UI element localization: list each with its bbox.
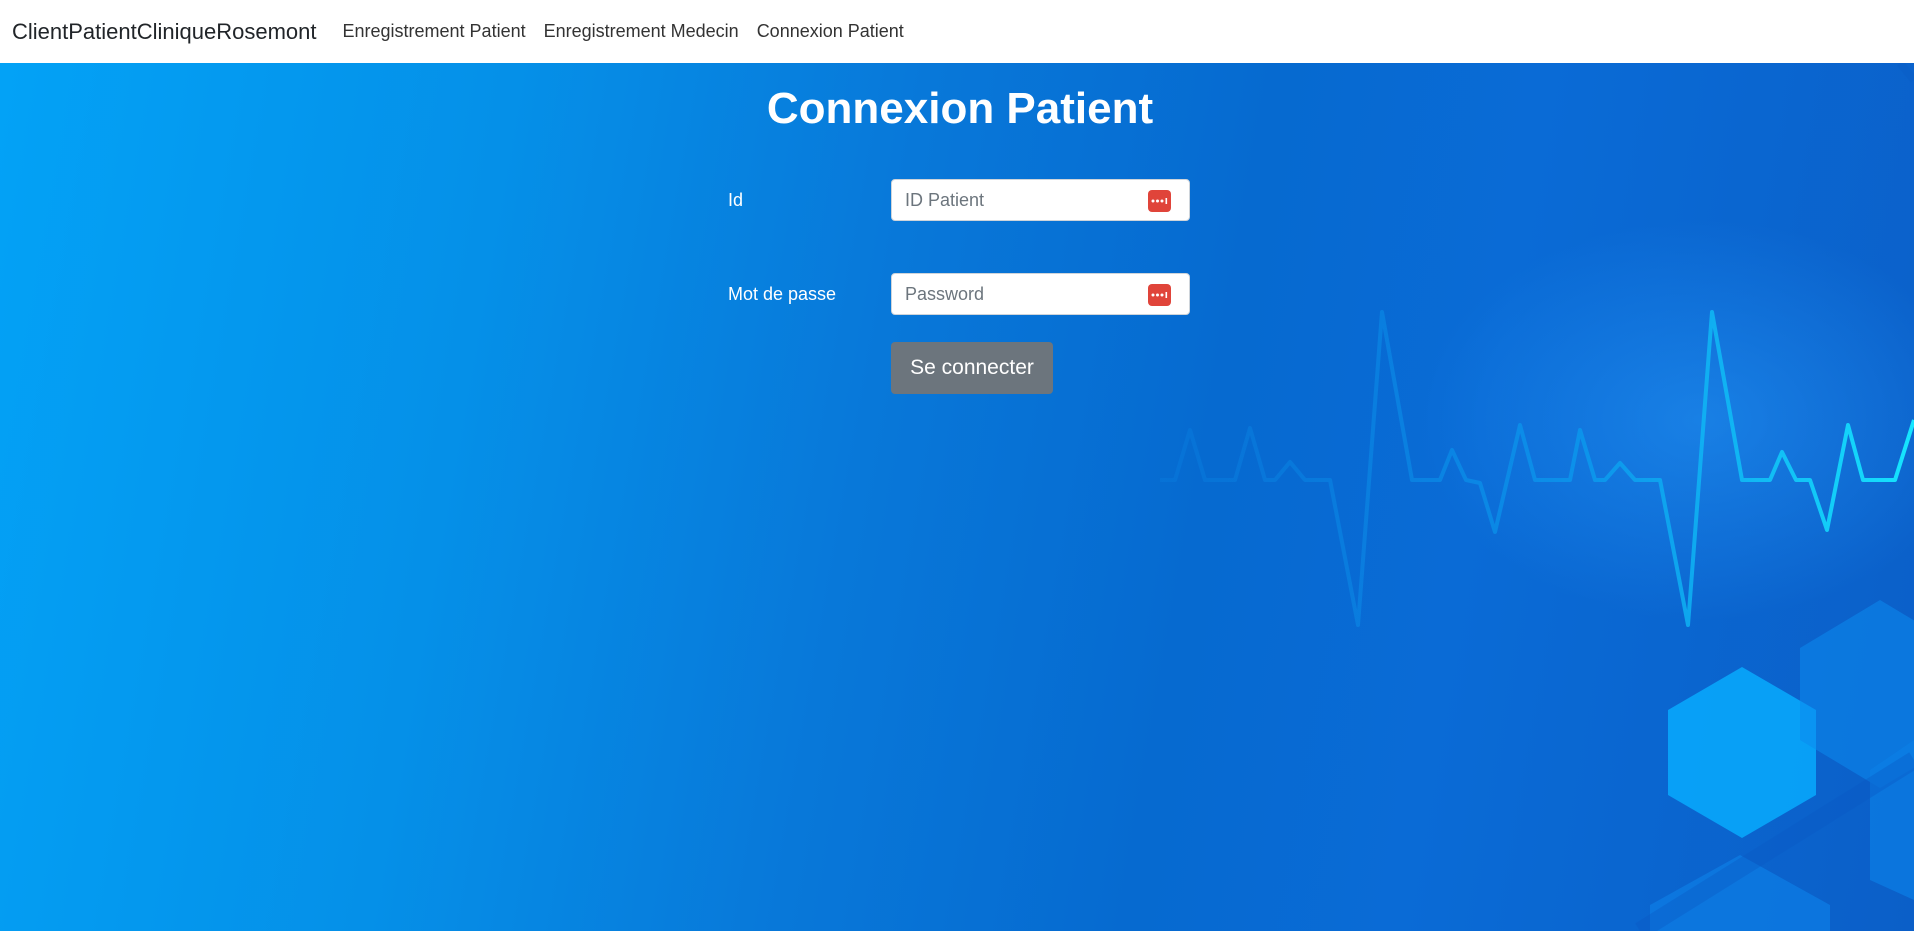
password-manager-icon[interactable]: [1148, 284, 1171, 306]
password-manager-icon[interactable]: [1148, 190, 1171, 212]
id-label: Id: [728, 190, 744, 210]
page-title: Connexion Patient: [766, 84, 1154, 133]
id-input[interactable]: [892, 180, 1142, 220]
nav-link-enregistrement-patient[interactable]: Enregistrement Patient: [343, 21, 526, 42]
navbar-brand[interactable]: ClientPatientCliniqueRosemont: [12, 19, 317, 45]
nav-link-connexion-patient[interactable]: Connexion Patient: [757, 21, 904, 42]
password-label: Mot de passe: [728, 284, 837, 304]
id-field[interactable]: [891, 179, 1190, 221]
nav-link-enregistrement-medecin[interactable]: Enregistrement Medecin: [544, 21, 739, 42]
password-field[interactable]: [891, 273, 1190, 315]
login-button[interactable]: Se connecter: [891, 342, 1053, 394]
password-input[interactable]: [892, 274, 1142, 314]
navbar: ClientPatientCliniqueRosemont Enregistre…: [0, 0, 1914, 63]
